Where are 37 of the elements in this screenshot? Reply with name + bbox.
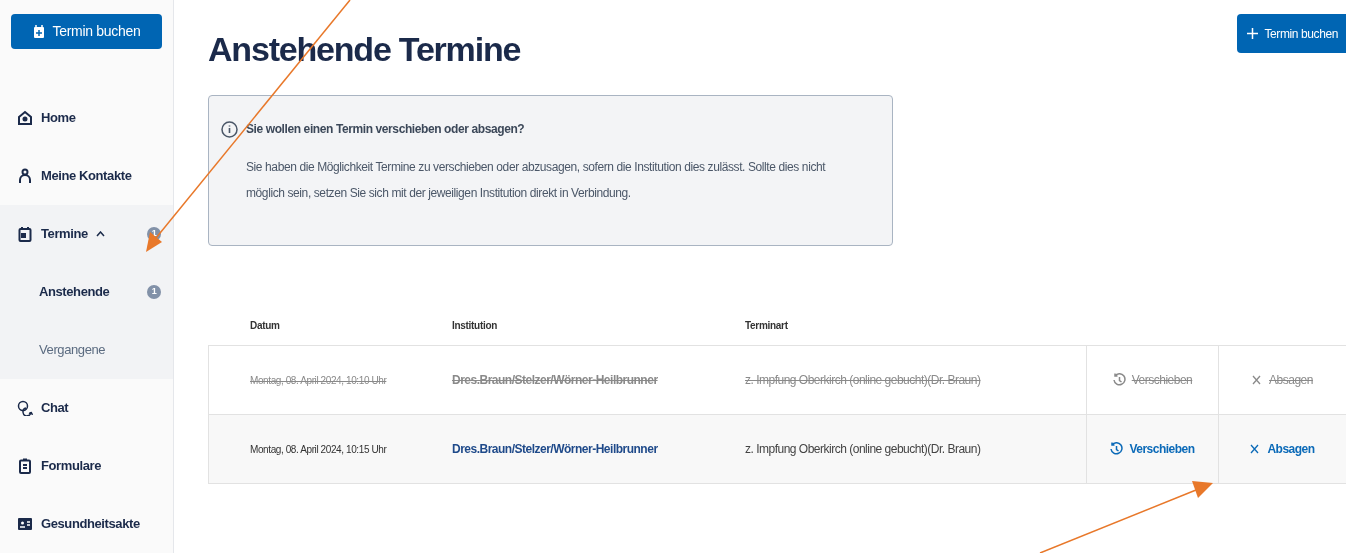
info-title: Sie wollen einen Termin verschieben oder absagen?	[246, 121, 525, 138]
sidebar-item[interactable]: Meine Kontakte	[0, 147, 173, 205]
chat-icon	[17, 400, 33, 416]
history-icon	[1110, 442, 1124, 456]
cancel-button[interactable]: Absagen	[1250, 440, 1315, 458]
reschedule-button[interactable]: Verschieben	[1112, 371, 1193, 389]
type-cell: z. Impfung Oberkirch (online gebucht)(Dr. Braun)	[745, 373, 981, 387]
id-card-icon	[17, 516, 33, 532]
sidebar-item[interactable]: Gesundheitsakte	[0, 495, 173, 553]
calendar-plus-icon	[32, 24, 45, 39]
clipboard-icon	[17, 458, 33, 474]
column-header: Terminart	[745, 320, 788, 331]
person-icon	[17, 168, 33, 184]
sidebar-item[interactable]: Home	[0, 89, 173, 147]
sidebar-subitem[interactable]: Vergangene	[0, 321, 173, 379]
home-icon	[17, 110, 33, 126]
reschedule-button[interactable]: Verschieben	[1110, 440, 1195, 458]
column-header: Datum	[250, 320, 280, 331]
sidebar-subitem[interactable]: Anstehende 1	[0, 263, 173, 321]
count-badge: 1	[147, 285, 161, 299]
info-text: Sie haben die Möglichkeit Termine zu verschieben oder abzusagen, sofern die Institution dies zulässt. Sollte dies nicht möglich sein, setzen Sie sich mit der jeweiligen Institution direkt in Verbindung.	[246, 159, 827, 202]
column-header: Institution	[452, 320, 498, 331]
institution-link[interactable]: Dres.Braun/Stelzer/Wörner-Heilbrunner	[452, 442, 658, 456]
close-icon	[1250, 444, 1260, 454]
sidebar-item[interactable]: Chat	[0, 379, 173, 437]
book-appointment-button[interactable]: Termin buchen	[11, 14, 162, 49]
sidebar-item[interactable]: Formulare	[0, 437, 173, 495]
date-cell: Montag, 08. April 2024, 10:15 Uhr	[250, 443, 387, 455]
type-cell: z. Impfung Oberkirch (online gebucht)(Dr. Braun)	[745, 442, 981, 456]
calendar-icon	[17, 226, 33, 242]
close-icon	[1252, 375, 1262, 385]
history-icon	[1112, 373, 1126, 387]
book-appointment-button[interactable]: Termin buchen	[1237, 14, 1346, 53]
plus-icon	[1247, 28, 1259, 39]
cancel-button[interactable]: Absagen	[1252, 371, 1313, 389]
date-cell: Montag, 08. April 2024, 10:10 Uhr	[250, 374, 387, 386]
info-icon	[221, 120, 238, 138]
